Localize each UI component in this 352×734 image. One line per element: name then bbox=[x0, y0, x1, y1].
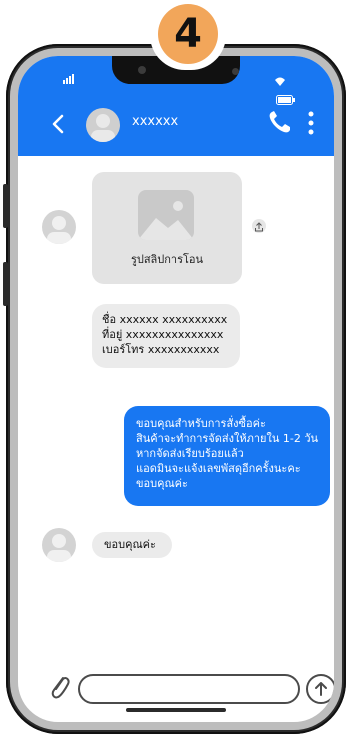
person-icon bbox=[91, 114, 115, 142]
chat-screen: xxxxxx รูปสลิปการโอน ชื่อ xxxxxx xxxxxxx… bbox=[18, 56, 334, 722]
reply-line-5: ขอบคุณค่ะ bbox=[136, 477, 188, 490]
chat-header: xxxxxx bbox=[18, 56, 334, 156]
send-icon bbox=[315, 682, 327, 696]
message-input[interactable] bbox=[78, 674, 300, 704]
sensor-dot bbox=[232, 68, 239, 75]
sender-avatar bbox=[42, 210, 76, 244]
share-icon[interactable] bbox=[252, 219, 266, 233]
attach-icon[interactable] bbox=[48, 672, 70, 702]
volume-down-button bbox=[3, 262, 8, 306]
home-indicator bbox=[126, 708, 226, 712]
info-address-line: ที่อยู่ xxxxxxxxxxxxxxx bbox=[102, 328, 224, 341]
image-caption: รูปสลิปการโอน bbox=[130, 253, 204, 266]
step-number: 4 bbox=[158, 4, 218, 64]
info-name-line: ชื่อ xxxxxx xxxxxxxxxx bbox=[102, 313, 228, 326]
reply-line-3: หากจัดส่งเรียบร้อยแล้ว bbox=[136, 447, 244, 460]
camera-dot bbox=[138, 66, 146, 74]
info-phone-line: เบอร์โทร xxxxxxxxxxx bbox=[102, 343, 220, 356]
contact-avatar[interactable] bbox=[86, 108, 120, 142]
person-icon bbox=[47, 216, 71, 244]
volume-up-button bbox=[3, 184, 8, 228]
outgoing-message: ขอบคุณสำหรับการสั่งซื้อค่ะ สินค้าจะทำการ… bbox=[124, 406, 330, 506]
phone-mockup: xxxxxx รูปสลิปการโอน ชื่อ xxxxxx xxxxxxx… bbox=[3, 44, 346, 734]
thanks-message: ขอบคุณค่ะ bbox=[92, 532, 172, 558]
signal-icon bbox=[63, 74, 74, 84]
phone-call-icon[interactable] bbox=[266, 108, 294, 136]
step-badge: 4 bbox=[150, 0, 226, 70]
battery-icon bbox=[276, 95, 295, 105]
reply-line-1: ขอบคุณสำหรับการสั่งซื้อค่ะ bbox=[136, 417, 266, 430]
menu-icon[interactable] bbox=[308, 110, 314, 136]
reply-line-4: แอดมินจะแจ้งเลขพัสดุอีกครั้งนะคะ bbox=[136, 462, 301, 475]
image-message[interactable]: รูปสลิปการโอน bbox=[92, 172, 242, 284]
contact-name[interactable]: xxxxxx bbox=[132, 114, 178, 129]
sender-avatar bbox=[42, 528, 76, 562]
image-icon bbox=[138, 190, 194, 240]
wifi-icon bbox=[275, 77, 285, 86]
back-icon[interactable] bbox=[48, 112, 68, 136]
status-icons bbox=[272, 72, 312, 105]
send-button[interactable] bbox=[306, 674, 334, 704]
reply-line-2: สินค้าจะทำการจัดส่งให้ภายใน 1-2 วัน bbox=[136, 432, 319, 445]
thanks-text: ขอบคุณค่ะ bbox=[104, 538, 156, 551]
info-message: ชื่อ xxxxxx xxxxxxxxxx ที่อยู่ xxxxxxxxx… bbox=[92, 304, 240, 368]
person-icon bbox=[47, 534, 71, 562]
